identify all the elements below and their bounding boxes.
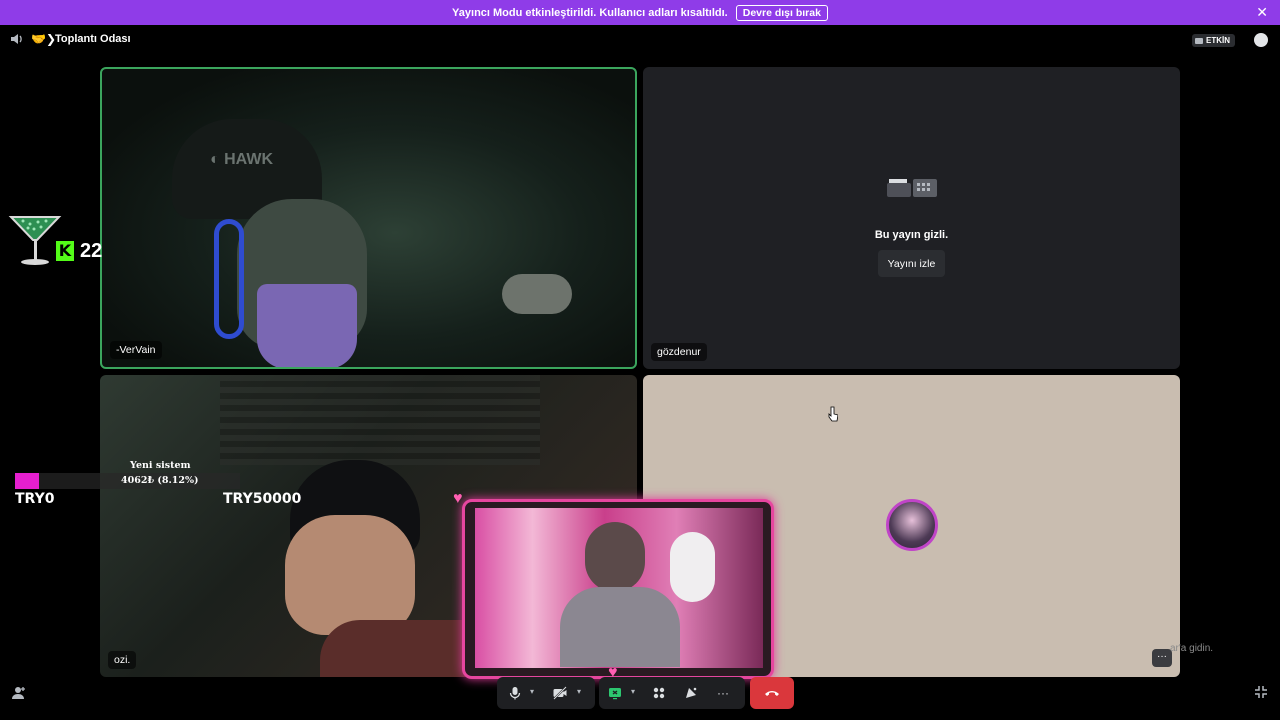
status-badge[interactable]: ETKİN	[1192, 34, 1235, 47]
facecam-body	[560, 587, 680, 667]
more-options-button[interactable]: ···	[1152, 649, 1172, 667]
end-call-icon	[765, 691, 779, 696]
heart-icon: ♥	[453, 490, 463, 507]
face-shape	[285, 515, 415, 635]
cocktail-glass-icon	[8, 216, 62, 265]
disable-streamer-mode-button[interactable]: Devre dışı bırak	[735, 4, 828, 21]
goal-amount: 4062₺ (8.12%)	[121, 475, 199, 486]
video-tile-vervain[interactable]: ◐ HAWK -VerVain	[100, 67, 637, 369]
background-notice-text: ar'a gidin.	[1170, 643, 1214, 654]
goal-title: Yeni sistem	[130, 460, 191, 471]
mouse-cursor-icon	[828, 406, 838, 422]
chat-bubble-icon[interactable]	[1254, 33, 1268, 47]
more-icon[interactable]: ···	[715, 685, 731, 701]
activities-icon[interactable]	[651, 685, 667, 701]
participant-name-tag: gözdenur	[651, 343, 707, 361]
hidden-stream-icon	[887, 179, 937, 197]
status-label: ETKİN	[1206, 36, 1230, 45]
chevron-down-icon[interactable]: ▾	[631, 688, 639, 696]
call-controls: ▾ ▾ ▾ ···	[497, 677, 795, 709]
avatar	[886, 499, 938, 551]
hidden-stream-text: Bu yayın gizli.	[874, 229, 949, 241]
screen-share-icon[interactable]	[607, 685, 623, 701]
facecam-head	[585, 522, 645, 592]
add-user-icon[interactable]	[11, 685, 27, 701]
exit-fullscreen-icon[interactable]	[1254, 685, 1268, 699]
close-icon[interactable]: ✕	[1256, 4, 1268, 20]
call-header: 🤝❯ Toplantı Odası ETKİN	[0, 28, 1280, 54]
channel-name: Toplantı Odası	[55, 33, 131, 45]
activity-group: ▾ ···	[599, 677, 745, 709]
soundboard-icon[interactable]	[683, 685, 699, 701]
hand-shape	[502, 274, 572, 314]
goal-max-label: TRY50000	[223, 491, 302, 507]
streamer-mode-banner: Yayıncı Modu etkinleştirildi. Kullanıcı …	[0, 0, 1280, 25]
microphone-icon[interactable]	[507, 685, 523, 701]
kick-logo-icon: K	[56, 241, 74, 261]
goal-min-label: TRY0	[15, 491, 55, 507]
end-call-button[interactable]	[750, 677, 794, 709]
plush-toy	[670, 532, 715, 602]
chevron-down-icon[interactable]: ▾	[577, 688, 585, 696]
chevron-down-icon[interactable]: ▾	[530, 688, 538, 696]
headset-shape	[214, 219, 244, 339]
cap-logo: ◐ HAWK	[210, 151, 273, 168]
screen-icon	[1195, 37, 1203, 44]
voice-video-group: ▾ ▾	[497, 677, 595, 709]
banner-message: Yayıncı Modu etkinleştirildi. Kullanıcı …	[452, 6, 728, 19]
camera-off-icon[interactable]	[552, 685, 568, 701]
participant-name-tag: ozi.	[108, 651, 137, 669]
face-mask-shape	[257, 284, 357, 367]
channel-emoji: 🤝❯	[31, 32, 56, 46]
kick-viewer-count: 22	[80, 240, 103, 262]
video-tile-gozdenur[interactable]: Bu yayın gizli. Yayını izle gözdenur	[643, 67, 1180, 369]
window-blind-shape	[220, 375, 540, 465]
participant-name-tag: -VerVain	[110, 341, 162, 359]
speaker-icon	[11, 34, 22, 44]
watch-stream-button[interactable]: Yayını izle	[878, 250, 945, 277]
goal-progress-fill	[15, 473, 39, 489]
facecam-overlay	[462, 499, 774, 679]
